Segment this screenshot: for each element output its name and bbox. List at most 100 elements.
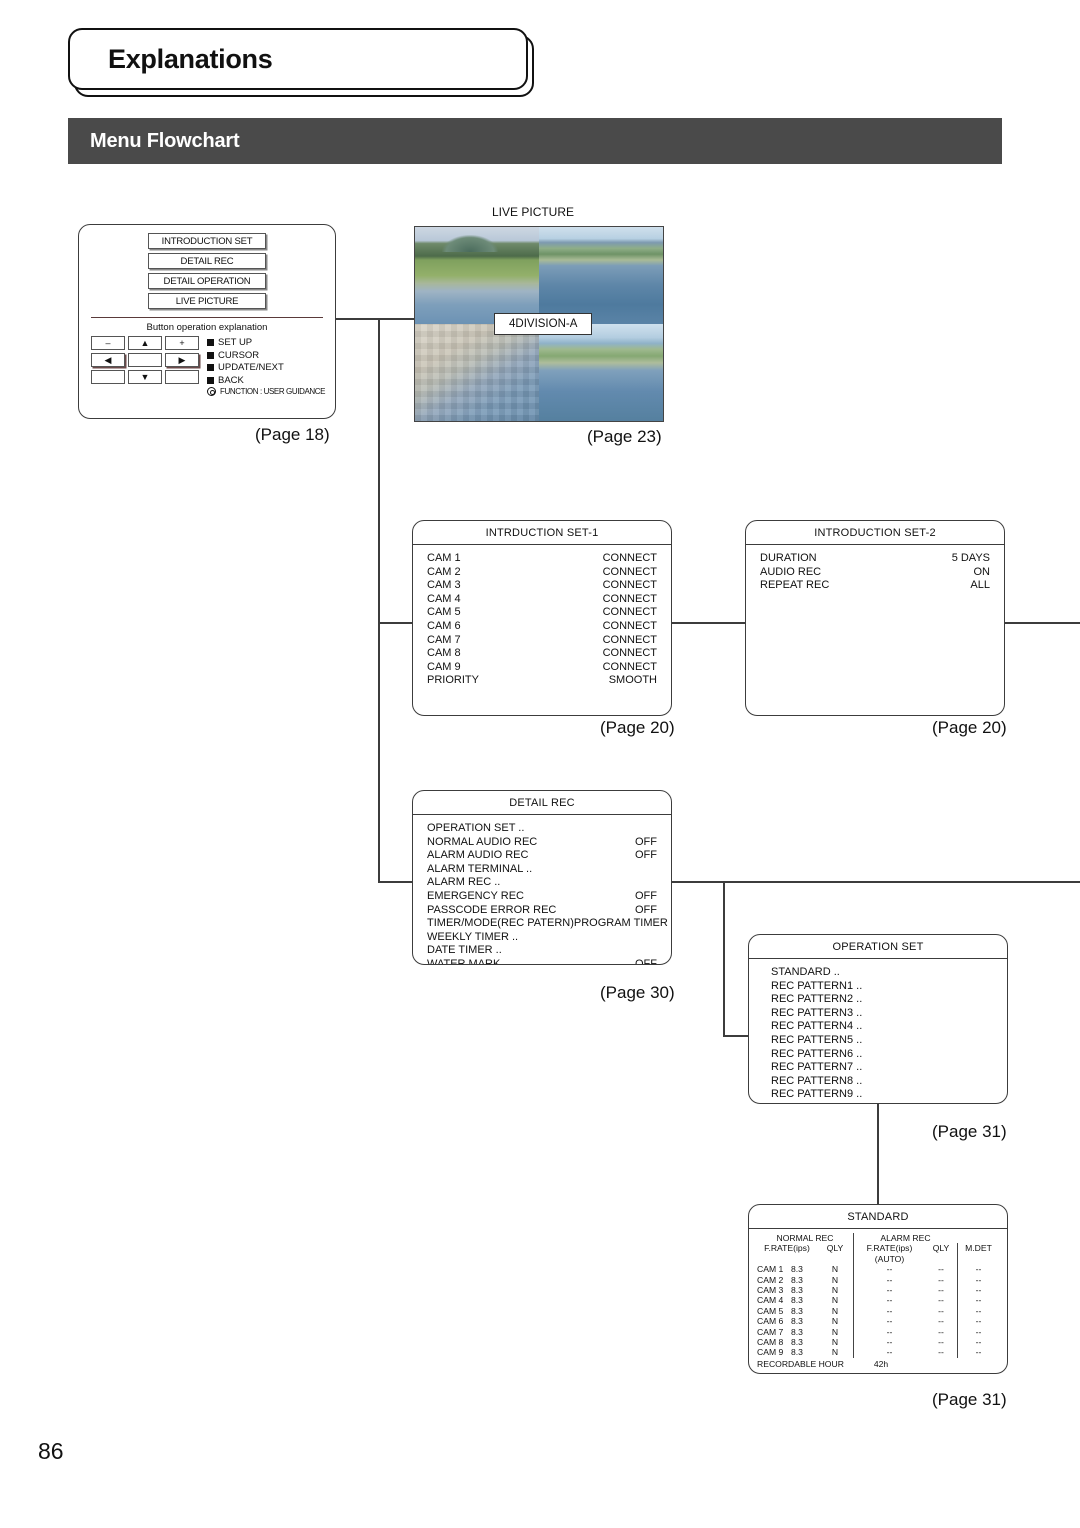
cell-mdet: -- bbox=[957, 1274, 999, 1286]
introduction-set-1-box: INTRDUCTION SET-1 CAM 1 CONNECT CAM 2 CONN… bbox=[412, 520, 672, 716]
cell-alarm-qly: -- bbox=[938, 1274, 944, 1285]
menu-item-live-picture[interactable]: LIVE PICTURE bbox=[148, 293, 266, 309]
key-left[interactable]: ◀ bbox=[91, 353, 125, 368]
list-item: REC PATTERN6 .. bbox=[771, 1047, 863, 1060]
row-value: CONNECT bbox=[602, 552, 657, 564]
cell-alarm-frate: -- bbox=[853, 1326, 925, 1338]
row-key: CAM 2 bbox=[427, 565, 461, 578]
detail-rec-box: DETAIL REC OPERATION SET .. NORMAL AUDIO… bbox=[412, 790, 672, 965]
live-quadrant-1 bbox=[415, 227, 539, 324]
table-row: CAM 6 CONNECT bbox=[427, 620, 657, 634]
list-item: REC PATTERN1 .. bbox=[771, 979, 863, 992]
table-row: CAM 4 CONNECT bbox=[427, 593, 657, 607]
row-value: OFF bbox=[635, 957, 657, 965]
table-row: CAM 5 8.3 N -- -- -- bbox=[757, 1305, 999, 1317]
row-value: ON bbox=[973, 565, 991, 578]
table-row: CAM 3 8.3 N -- -- -- bbox=[757, 1285, 999, 1296]
row-key: DATE TIMER .. bbox=[427, 944, 502, 957]
legend-cursor: CURSOR bbox=[207, 350, 325, 361]
page-number: 86 bbox=[38, 1438, 64, 1464]
cell-qly: N bbox=[831, 1285, 839, 1296]
page-ref-operation-set: (Page 31) bbox=[932, 1122, 1007, 1141]
legend-label-function: FUNCTION : USER GUIDANCE bbox=[220, 387, 326, 397]
row-value: CONNECT bbox=[602, 592, 657, 605]
table-row: NORMAL AUDIO REC OFF bbox=[427, 836, 657, 850]
table-row: CAM 7 CONNECT bbox=[427, 634, 657, 648]
row-value: CONNECT bbox=[602, 565, 657, 578]
column-header-alarm-frate: F.RATE(ips) (AUTO) bbox=[853, 1243, 925, 1265]
cell-mdet: -- bbox=[957, 1337, 999, 1348]
column-header-alarm-qly: QLY bbox=[932, 1243, 950, 1254]
row-value: OFF bbox=[635, 903, 657, 916]
menu-item-introduction-set[interactable]: INTRODUCTION SET bbox=[148, 233, 266, 249]
row-key: PRIORITY bbox=[427, 674, 479, 687]
row-key: EMERGENCY REC bbox=[427, 889, 524, 902]
legend-label-back: BACK bbox=[218, 374, 244, 386]
remote-keypad-area: – ▲ + ◀ ▶ ▼ SET UP CURSOR UPDATE/NEXT BA… bbox=[79, 336, 335, 397]
menu-item-detail-rec[interactable]: DETAIL REC bbox=[148, 253, 266, 269]
introduction-set-1-title: INTRDUCTION SET-1 bbox=[413, 521, 671, 545]
key-plus[interactable]: + bbox=[165, 336, 199, 351]
cell-qly: N bbox=[831, 1347, 839, 1358]
legend-update-next: UPDATE/NEXT bbox=[207, 362, 325, 373]
list-item: REC PATTERN7 .. bbox=[771, 1061, 863, 1074]
cell-alarm-qly: -- bbox=[938, 1305, 944, 1316]
button-operation-explanation-label: Button operation explanation bbox=[146, 322, 268, 334]
standard-column-header-row: F.RATE(ips) QLY F.RATE(ips) (AUTO) QLY M… bbox=[757, 1243, 999, 1265]
connector-trunk-to-detail-rec bbox=[378, 881, 414, 883]
row-value: CONNECT bbox=[602, 606, 657, 619]
page-ref-live-picture: (Page 23) bbox=[587, 427, 662, 446]
row-value: 5 DAYS bbox=[951, 552, 990, 564]
cell-alarm-qly: -- bbox=[938, 1285, 944, 1296]
row-key: NORMAL AUDIO REC bbox=[427, 835, 538, 848]
row-key: DURATION bbox=[760, 552, 817, 564]
row-key: AUDIO REC bbox=[760, 565, 822, 578]
standard-group-header-row: NORMAL REC ALARM REC bbox=[757, 1233, 999, 1244]
legend-set-up: SET UP bbox=[207, 337, 325, 348]
key-up[interactable]: ▲ bbox=[128, 336, 162, 351]
key-bottom-left-blank[interactable] bbox=[91, 370, 125, 385]
introduction-set-1-body: CAM 1 CONNECT CAM 2 CONNECT CAM 3 CONNECT C… bbox=[413, 545, 671, 688]
table-row: CAM 7 8.3 N -- -- -- bbox=[757, 1326, 999, 1338]
standard-footer-row: RECORDABLE HOUR 42h bbox=[757, 1358, 999, 1369]
operation-set-title: OPERATION SET bbox=[749, 935, 1007, 959]
row-key: ALARM AUDIO REC bbox=[427, 849, 529, 862]
row-key: WEEKLY TIMER .. bbox=[427, 930, 519, 943]
cell-alarm-qly: -- bbox=[938, 1295, 944, 1306]
key-center-blank[interactable] bbox=[128, 353, 162, 368]
row-key: CAM 9 bbox=[427, 660, 461, 673]
cell-mdet: -- bbox=[957, 1264, 999, 1275]
row-key: CAM 3 bbox=[427, 579, 461, 592]
cell-qly: N bbox=[831, 1264, 839, 1275]
row-value: CONNECT bbox=[602, 647, 657, 660]
table-row: CAM 8 8.3 N -- -- -- bbox=[757, 1337, 999, 1348]
key-right[interactable]: ▶ bbox=[165, 353, 199, 368]
table-row: PASSCODE ERROR REC OFF bbox=[427, 904, 657, 918]
introduction-set-2-title: INTRODUCTION SET-2 bbox=[746, 521, 1004, 545]
column-header-frate: F.RATE(ips) bbox=[764, 1243, 810, 1254]
cell-mdet: -- bbox=[957, 1326, 999, 1338]
operation-set-body: STANDARD .. REC PATTERN1 .. REC PATTERN2… bbox=[749, 959, 1007, 1102]
introduction-set-2-box: INTRODUCTION SET-2 DURATION 5 DAYS AUDIO … bbox=[745, 520, 1005, 716]
cell-alarm-frate: -- bbox=[853, 1264, 925, 1275]
table-row: CAM 6 8.3 N -- -- -- bbox=[757, 1316, 999, 1327]
cell-frate: 8.3 bbox=[791, 1305, 803, 1316]
key-bottom-right-blank[interactable] bbox=[165, 370, 199, 385]
list-item: REC PATTERN5 .. bbox=[771, 1033, 863, 1046]
row-key: CAM 7 bbox=[427, 633, 461, 646]
connector-menu-to-trunk bbox=[336, 318, 380, 320]
key-down[interactable]: ▼ bbox=[128, 370, 162, 385]
cell-frate: 8.3 bbox=[791, 1285, 803, 1296]
row-key: CAM 5 bbox=[427, 606, 461, 619]
cell-qly: N bbox=[831, 1274, 839, 1285]
column-header-qly: QLY bbox=[826, 1243, 844, 1254]
key-minus[interactable]: – bbox=[91, 336, 125, 351]
cell-qly: N bbox=[831, 1295, 839, 1306]
connector-detail-rec-down bbox=[723, 881, 725, 1037]
menu-item-detail-operation[interactable]: DETAIL OPERATION bbox=[148, 273, 266, 289]
row-value: ALL bbox=[970, 579, 990, 592]
cell-cam: CAM 2 bbox=[757, 1274, 784, 1285]
table-row: CAM 1 CONNECT bbox=[427, 552, 657, 566]
row-key: REPEAT REC bbox=[760, 579, 830, 592]
detail-rec-body: OPERATION SET .. NORMAL AUDIO REC OFF ALA… bbox=[413, 815, 671, 965]
